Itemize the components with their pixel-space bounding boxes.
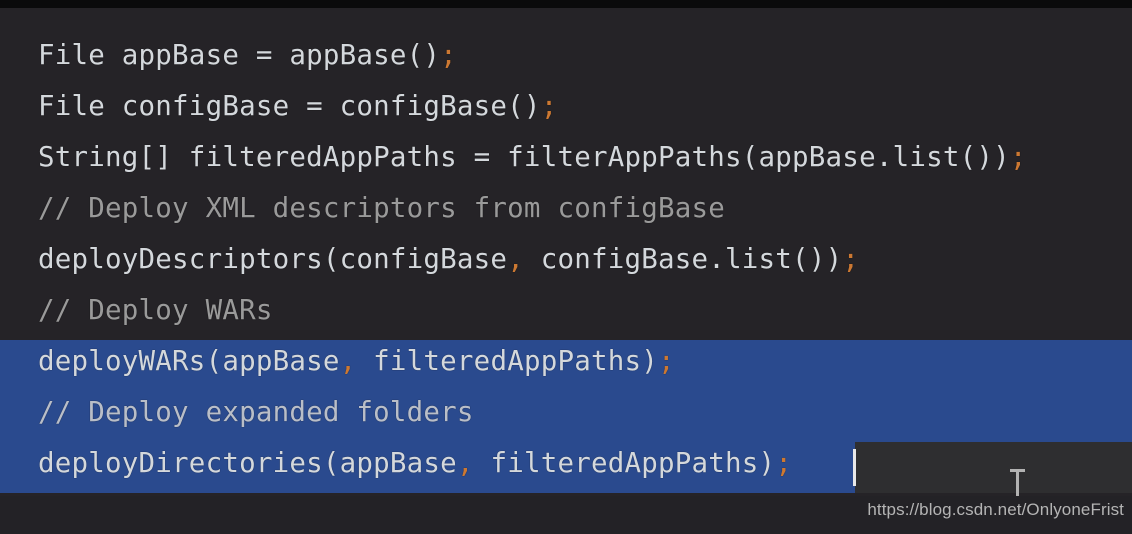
code-line-5-seg-3: ; [842, 243, 860, 275]
code-line-2[interactable]: File configBase = configBase(); [38, 81, 557, 132]
code-line-3[interactable]: String[] filteredAppPaths = filterAppPat… [38, 132, 1027, 183]
code-line-7-seg-1: , [339, 345, 357, 377]
code-line-9-seg-2: filteredAppPaths) [473, 447, 776, 479]
code-line-8-comment[interactable]: // Deploy expanded folders [38, 387, 474, 438]
code-line-7-seg-3: ; [658, 345, 675, 377]
code-line-2-seg-0: File configBase = configBase() [38, 90, 541, 122]
screen-root: File appBase = appBase(); File configBas… [0, 0, 1132, 534]
i-beam-cursor [1009, 469, 1026, 496]
code-line-9-seg-3: ; [775, 447, 793, 479]
code-line-6-comment[interactable]: // Deploy WARs [38, 285, 273, 336]
code-line-3-seg-1: ; [1009, 141, 1027, 173]
code-line-1-seg-0: File appBase = appBase() [38, 39, 441, 71]
code-line-5-seg-0: deployDescriptors(configBase [38, 243, 508, 275]
code-line-2-seg-1: ; [540, 90, 558, 122]
code-line-9[interactable]: deployDirectories(appBase, filteredAppPa… [38, 438, 792, 489]
code-line-5-seg-2: configBase.list()) [523, 243, 843, 275]
code-line-3-seg-0: String[] filteredAppPaths = filterAppPat… [38, 141, 1010, 173]
code-line-5-seg-1: , [507, 243, 524, 275]
watermark-url: https://blog.csdn.net/OnlyoneFrist [867, 500, 1124, 519]
code-line-9-seg-1: , [456, 447, 474, 479]
code-line-7-seg-0: deployWARs(appBase [38, 345, 340, 377]
i-beam-cursor-stem [1016, 471, 1019, 496]
code-line-5[interactable]: deployDescriptors(configBase, configBase… [38, 234, 859, 285]
code-line-1[interactable]: File appBase = appBase(); [38, 30, 457, 81]
code-line-7[interactable]: deployWARs(appBase, filteredAppPaths); [38, 336, 675, 387]
code-line-4-seg-0: // Deploy XML descriptors from configBas… [38, 192, 726, 224]
code-line-9-seg-0: deployDirectories(appBase [38, 447, 457, 479]
code-line-1-seg-1: ; [440, 39, 457, 71]
code-line-8-seg-0: // Deploy expanded folders [38, 396, 474, 428]
code-line-7-seg-2: filteredAppPaths) [356, 345, 659, 377]
text-caret [853, 449, 856, 486]
code-line-4-comment[interactable]: // Deploy XML descriptors from configBas… [38, 183, 725, 234]
code-editor[interactable]: File appBase = appBase(); File configBas… [0, 8, 1132, 496]
code-line-6-seg-0: // Deploy WARs [38, 294, 273, 326]
